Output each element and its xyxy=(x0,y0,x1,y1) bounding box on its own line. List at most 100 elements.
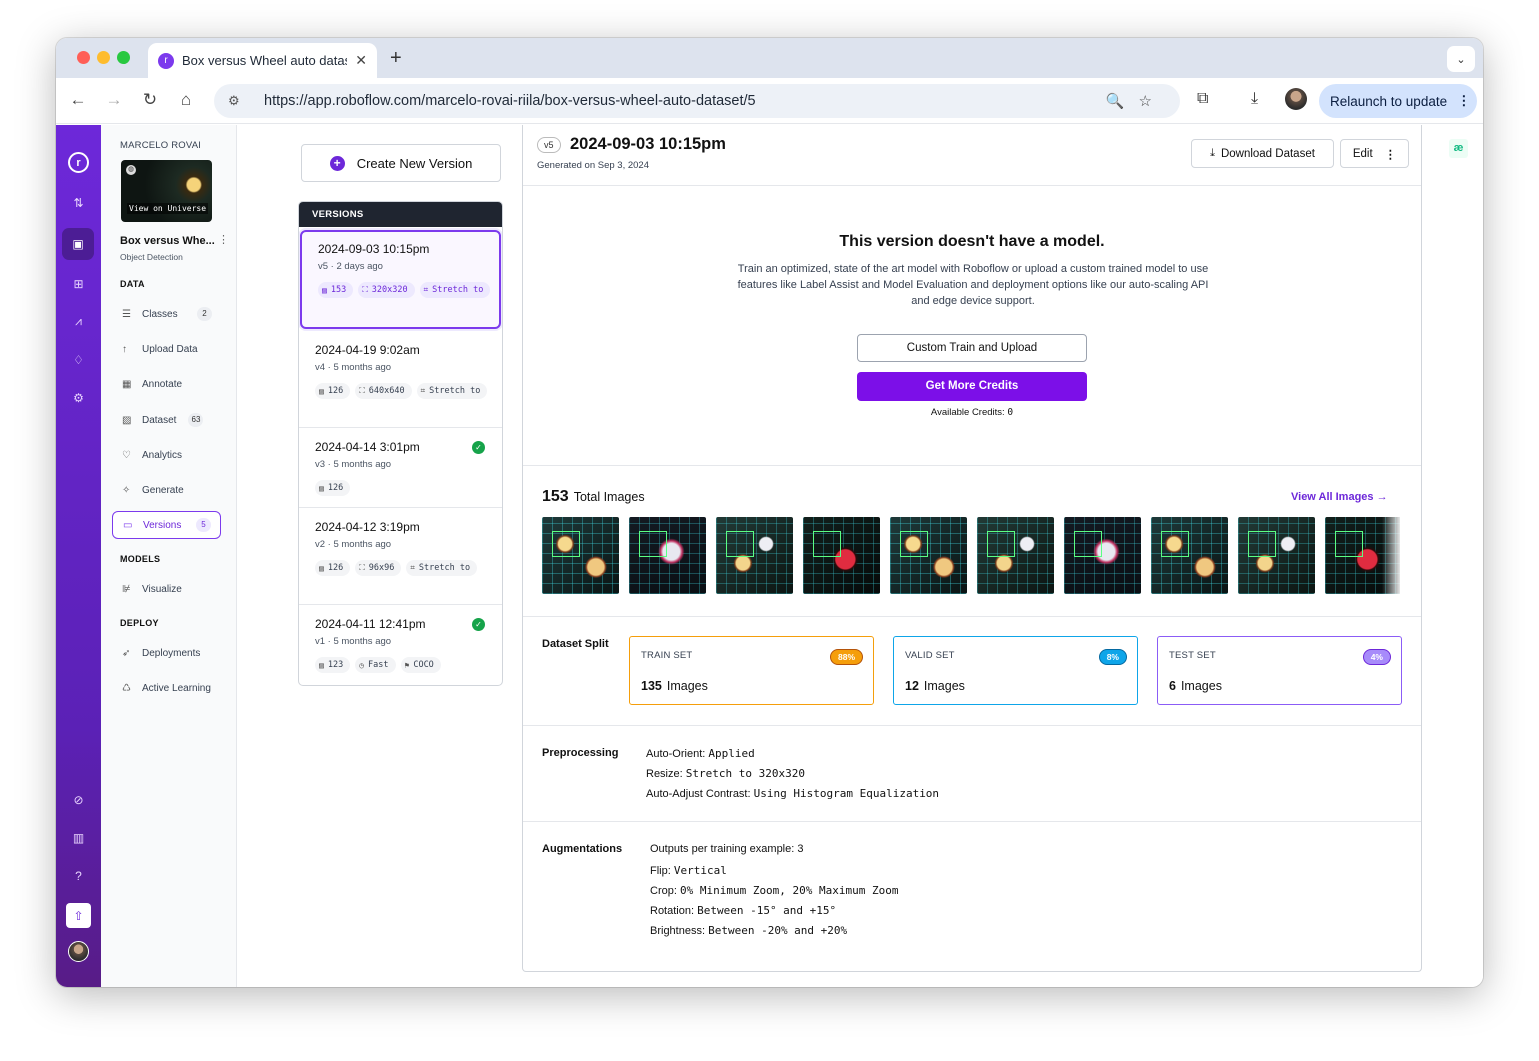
view-all-images-link[interactable]: View All Images → xyxy=(1291,491,1388,503)
section-deploy: DEPLOY xyxy=(120,618,159,628)
image-count-chip: ▨ 123 xyxy=(315,657,351,673)
back-button[interactable]: ← xyxy=(67,90,89,110)
image-thumbnail[interactable] xyxy=(629,517,706,594)
sidebar-item-generate[interactable]: ✧ Generate xyxy=(112,476,221,504)
switch-workspace-icon[interactable]: ⇅ xyxy=(68,192,89,213)
project-sidebar: MARCELO ROVAI ◍ View on Universe Box ver… xyxy=(101,125,237,987)
public-globe-icon: ◍ xyxy=(126,165,136,175)
split-percent-badge: 88% xyxy=(829,649,863,665)
image-thumbnail[interactable] xyxy=(716,517,793,594)
image-thumbnail[interactable] xyxy=(890,517,967,594)
version-meta: v2 · 5 months ago xyxy=(315,539,392,550)
divider xyxy=(523,616,1421,617)
sidebar-item-upload-data[interactable]: ↑ Upload Data xyxy=(112,335,221,363)
projects-inbox-icon[interactable]: ▣ xyxy=(62,228,94,260)
zoom-icon[interactable]: 🔍 xyxy=(1106,93,1139,110)
minimize-window-button[interactable] xyxy=(97,51,110,64)
sidebar-item-label: Generate xyxy=(142,484,184,496)
forward-button[interactable]: → xyxy=(103,90,125,110)
valid-set-card[interactable]: VALID SET 8% 12 Images xyxy=(893,636,1138,705)
notifications-bell-icon[interactable]: ♢ xyxy=(68,349,89,370)
reload-button[interactable]: ↻ xyxy=(139,90,161,110)
version-card-v5[interactable]: 2024-09-03 10:15pm v5 · 2 days ago ▨ 153 … xyxy=(300,230,501,329)
docs-library-icon[interactable]: ▥ xyxy=(68,827,89,848)
bookmark-star-icon[interactable]: ☆ xyxy=(1139,93,1166,110)
project-options-icon[interactable]: ⋮ xyxy=(218,233,229,246)
view-on-universe-link[interactable]: View on Universe xyxy=(127,203,209,214)
relaunch-button[interactable]: Relaunch to update ⋮ xyxy=(1319,84,1477,118)
site-settings-icon[interactable]: ⚙ xyxy=(228,93,250,109)
universe-icon[interactable]: ⊘ xyxy=(68,789,89,810)
sidebar-item-active-learning[interactable]: ♺ Active Learning xyxy=(112,674,221,702)
close-tab-icon[interactable]: ✕ xyxy=(355,52,367,69)
version-card-v1[interactable]: 2024-04-11 12:41pm v1 · 5 months ago ▨ 12… xyxy=(299,605,502,685)
image-thumbnail[interactable] xyxy=(803,517,880,594)
sidebar-item-classes[interactable]: ☰ Classes 2 xyxy=(112,300,221,328)
image-thumbnail[interactable] xyxy=(1238,517,1315,594)
sidebar-item-deployments[interactable]: ➶ Deployments xyxy=(112,639,221,667)
sidebar-item-dataset[interactable]: ▨ Dataset 63 xyxy=(112,406,221,434)
available-credits: Available Credits: 0 xyxy=(523,407,1421,418)
kv-key: Auto-Orient: xyxy=(646,748,706,760)
image-thumbnail[interactable] xyxy=(1064,517,1141,594)
version-chips: ▨ 126 ⛶ 96x96 ⌗ Stretch to xyxy=(315,560,502,576)
version-card-v2[interactable]: 2024-04-12 3:19pm v2 · 5 months ago ▨ 126… xyxy=(299,508,502,605)
section-data: DATA xyxy=(120,279,145,289)
image-thumbnail[interactable] xyxy=(542,517,619,594)
user-avatar[interactable] xyxy=(68,941,89,962)
image-thumbnail[interactable] xyxy=(1325,517,1400,594)
roboflow-logo-icon[interactable]: r xyxy=(68,152,89,173)
profile-avatar[interactable] xyxy=(1285,88,1307,110)
extensions-icon[interactable]: ⧉ xyxy=(1197,90,1208,108)
image-icon: ▨ xyxy=(322,285,327,295)
image-icon: ▨ xyxy=(122,414,132,426)
custom-train-upload-button[interactable]: Custom Train and Upload xyxy=(857,334,1087,362)
divider xyxy=(523,185,1421,186)
sidebar-item-annotate[interactable]: ▦ Annotate xyxy=(112,370,221,398)
version-pill: v5 xyxy=(537,137,561,153)
more-menu-icon[interactable]: ⋮ xyxy=(1457,93,1471,109)
new-tab-button[interactable]: + xyxy=(390,47,402,70)
preprocessing-resize: Resize: Stretch to 320x320 xyxy=(646,767,805,780)
zoom-window-button[interactable] xyxy=(117,51,130,64)
browser-tab[interactable]: r Box versus Wheel auto datas… ✕ xyxy=(148,43,377,78)
sidebar-item-analytics[interactable]: ♡ Analytics xyxy=(112,441,221,469)
no-model-title: This version doesn't have a model. xyxy=(839,233,1105,250)
sidebar-item-visualize[interactable]: ⊯ Visualize xyxy=(112,575,221,603)
address-bar[interactable]: ⚙ https://app.roboflow.com/marcelo-rovai… xyxy=(214,84,1180,118)
tab-search-button[interactable]: ⌄ xyxy=(1447,46,1475,72)
version-card-v3[interactable]: 2024-04-14 3:01pm v3 · 5 months ago ▨ 126… xyxy=(299,428,502,508)
augmentation-rotation: Rotation: Between -15° and +15° xyxy=(650,904,836,917)
chip-label: 126 xyxy=(327,563,344,573)
version-chips: ▨ 126 ⛶ 640x640 ⌗ Stretch to xyxy=(315,383,502,399)
assistant-extension-icon[interactable]: æ xyxy=(1449,139,1468,158)
test-set-card[interactable]: TEST SET 4% 6 Images xyxy=(1157,636,1402,705)
help-icon[interactable]: ? xyxy=(68,865,89,886)
workflows-icon[interactable]: ⊞ xyxy=(68,273,89,294)
resize-icon: ⛶ xyxy=(359,386,365,395)
get-more-credits-button[interactable]: Get More Credits xyxy=(857,372,1087,401)
monitoring-icon[interactable]: ⩘ xyxy=(68,311,89,332)
image-thumbnail[interactable] xyxy=(977,517,1054,594)
close-window-button[interactable] xyxy=(77,51,90,64)
edit-button[interactable]: Edit ⋮ xyxy=(1340,139,1409,168)
resize-icon: ⛶ xyxy=(359,563,365,572)
sidebar-item-versions[interactable]: ▭ Versions 5 xyxy=(112,511,221,539)
project-thumbnail[interactable]: ◍ View on Universe xyxy=(121,160,212,222)
credits-label: Available Credits: xyxy=(930,407,1005,418)
home-button[interactable]: ⌂ xyxy=(175,90,197,110)
image-thumbnail[interactable] xyxy=(1151,517,1228,594)
url-text: https://app.roboflow.com/marcelo-rovai-r… xyxy=(264,93,756,109)
train-set-card[interactable]: TRAIN SET 88% 135 Images xyxy=(629,636,874,705)
divider xyxy=(523,725,1421,726)
relaunch-label: Relaunch to update xyxy=(1330,93,1448,109)
version-card-v4[interactable]: 2024-04-19 9:02am v4 · 5 months ago ▨ 126… xyxy=(299,331,502,428)
download-dataset-button[interactable]: ⤓ Download Dataset xyxy=(1191,139,1334,168)
upload-icon[interactable]: ⇧ xyxy=(66,903,91,928)
crop-icon: ⌗ xyxy=(420,386,426,395)
download-icon[interactable]: ⤓ xyxy=(1251,90,1258,108)
create-new-version-button[interactable]: + Create New Version xyxy=(301,144,501,182)
settings-gear-icon[interactable]: ⚙ xyxy=(68,387,89,408)
versions-panel: VERSIONS 2024-09-03 10:15pm v5 · 2 days … xyxy=(298,201,503,686)
download-dataset-label: Download Dataset xyxy=(1220,147,1315,160)
